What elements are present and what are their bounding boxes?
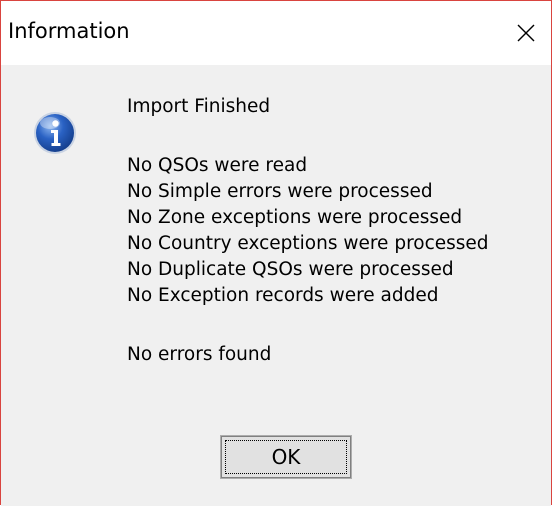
message-footer: No errors found [127, 344, 272, 365]
information-dialog: Information Import Finished No QSOs were… [0, 0, 552, 506]
message-line: No Zone exceptions were processed [127, 207, 463, 228]
dialog-body: Import Finished No QSOs were read No Sim… [1, 65, 551, 506]
close-icon [517, 24, 535, 42]
message-line: No QSOs were read [127, 155, 308, 176]
message-line: No Duplicate QSOs were processed [127, 259, 454, 280]
message-line: No Exception records were added [127, 285, 439, 306]
message-line: No Country exceptions were processed [127, 233, 489, 254]
ok-button[interactable]: OK [220, 435, 352, 479]
message-heading: Import Finished [127, 96, 271, 117]
ok-button-label: OK [271, 445, 301, 469]
window-title: Information [8, 19, 130, 43]
info-icon [34, 112, 76, 154]
title-bar[interactable]: Information [1, 1, 551, 65]
close-button[interactable] [501, 1, 551, 65]
message-line: No Simple errors were processed [127, 181, 433, 202]
